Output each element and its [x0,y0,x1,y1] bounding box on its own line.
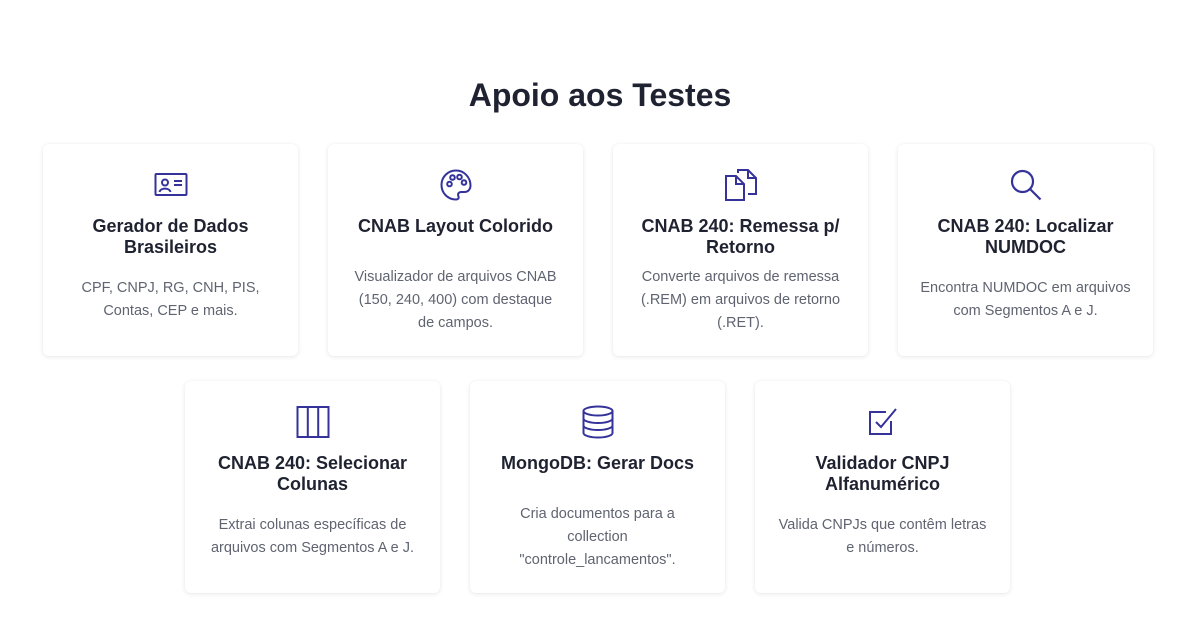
card-description: Visualizador de arquivos CNAB (150, 240,… [354,268,557,331]
card-remessa-retorno[interactable]: CNAB 240: Remessa p/ Retorno Converte ar… [613,144,868,356]
card-title: Gerador de Dados Brasileiros [92,216,249,257]
card-gerador-dados[interactable]: Gerador de Dados Brasileiros CPF, CNPJ, … [43,144,298,356]
card-validador-cnpj[interactable]: Validador CNPJ Alfanumérico Valida CNPJs… [755,381,1010,593]
card-title: Validador CNPJ Alfanumérico [815,453,950,494]
card-title: MongoDB: Gerar Docs [500,453,695,473]
card-description: Extrai colunas específicas de arquivos c… [210,517,415,556]
card-title: CNAB Layout Colorido [358,216,553,236]
card-description: Valida CNPJs que contêm letras e números… [778,517,987,556]
page-title: Apoio aos Testes [468,77,732,114]
card-cnab-layout[interactable]: CNAB Layout Colorido Visualizador de arq… [328,144,583,356]
card-selecionar-colunas[interactable]: CNAB 240: Selecionar Colunas Extrai colu… [185,381,440,593]
card-description: Encontra NUMDOC em arquivos com Segmento… [920,280,1131,319]
database-icon [470,405,725,439]
palette-icon [328,168,583,202]
check-square-icon [755,405,1010,439]
card-mongodb-docs[interactable]: MongoDB: Gerar Docs Cria documentos para… [470,381,725,593]
search-icon [898,168,1153,202]
card-description: Cria documentos para a collection "contr… [519,505,676,568]
card-title: CNAB 240: Localizar NUMDOC [937,216,1114,257]
card-localizar-numdoc[interactable]: CNAB 240: Localizar NUMDOC Encontra NUMD… [898,144,1153,356]
card-title: CNAB 240: Remessa p/ Retorno [641,216,840,257]
id-card-icon [43,168,298,202]
card-title: CNAB 240: Selecionar Colunas [217,453,408,494]
card-description: Converte arquivos de remessa (.REM) em a… [640,268,841,331]
files-icon [613,168,868,202]
card-description: CPF, CNPJ, RG, CNH, PIS, Contas, CEP e m… [81,280,260,319]
columns-icon [185,405,440,439]
